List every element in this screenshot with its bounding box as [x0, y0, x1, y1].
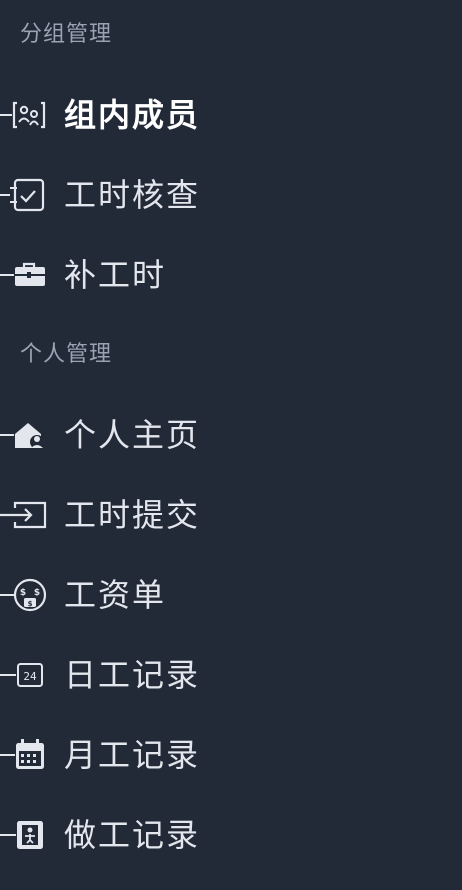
- svg-text:$: $: [34, 588, 40, 598]
- nav-item-label: 月工记录: [64, 736, 201, 774]
- work-record-icon: [0, 817, 48, 853]
- nav-item-label: 工资单: [64, 576, 167, 614]
- submit-login-icon: [0, 497, 48, 533]
- calendar-month-icon: [0, 737, 48, 773]
- toolbox-icon: [0, 257, 48, 293]
- section-title-personal-management: 个人管理: [20, 342, 113, 367]
- svg-text:$: $: [20, 588, 26, 598]
- svg-text:$: $: [28, 600, 33, 608]
- svg-text:24: 24: [23, 670, 37, 683]
- calendar-24-icon: 24: [0, 657, 48, 693]
- nav-item-label: 做工记录: [64, 816, 201, 854]
- home-user-icon: [0, 417, 48, 453]
- section-title-group-management: 分组管理: [20, 22, 113, 47]
- nav-item-label: 日工记录: [64, 656, 201, 694]
- nav-item-hours-check[interactable]: 工时核查: [0, 165, 462, 225]
- money-face-icon: $ $ $: [0, 577, 48, 613]
- nav-item-label: 工时提交: [64, 496, 201, 534]
- nav-item-work-record[interactable]: 做工记录: [0, 805, 462, 865]
- nav-item-payslip[interactable]: $ $ $ 工资单: [0, 565, 462, 625]
- checklist-icon: [0, 177, 48, 213]
- nav-item-label: 补工时: [64, 256, 167, 294]
- group-members-icon: [0, 97, 48, 133]
- nav-item-monthly-work-record[interactable]: 月工记录: [0, 725, 462, 785]
- nav-item-daily-work-record[interactable]: 24 日工记录: [0, 645, 462, 705]
- sidebar-nav: 分组管理 组内成员 工时核查 补工时 个人管理 个人主页 工时提交 $ $ $ …: [0, 0, 462, 890]
- nav-item-label: 个人主页: [64, 416, 201, 454]
- nav-item-label: 组内成员: [64, 96, 201, 134]
- nav-item-label: 工时核查: [64, 176, 201, 214]
- nav-item-makeup-hours[interactable]: 补工时: [0, 245, 462, 305]
- nav-item-group-members[interactable]: 组内成员: [0, 85, 462, 145]
- nav-item-hours-submit[interactable]: 工时提交: [0, 485, 462, 545]
- nav-item-personal-home[interactable]: 个人主页: [0, 405, 462, 465]
